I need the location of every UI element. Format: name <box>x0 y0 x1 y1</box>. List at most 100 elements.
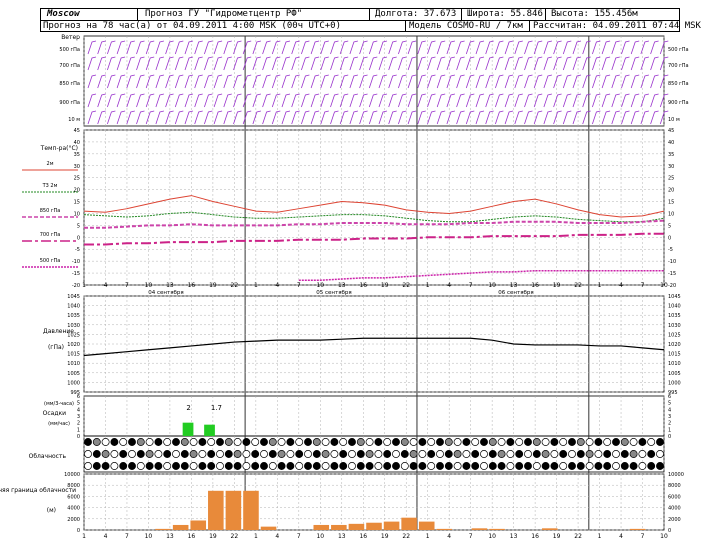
wind-barb <box>320 110 329 125</box>
wind-barb <box>301 74 310 89</box>
cloud-symbol <box>304 450 312 458</box>
wind-barb <box>504 74 514 89</box>
wind-barb <box>388 40 397 55</box>
precip-bar <box>204 424 215 436</box>
wind-barb <box>126 93 135 108</box>
time-tick-label: 16 <box>531 282 539 289</box>
pressure-tick-label-right: 1025 <box>668 332 681 338</box>
wind-barb <box>621 40 630 55</box>
cloud-symbol <box>427 438 436 446</box>
wind-barb <box>456 40 465 55</box>
wind-barb <box>456 56 465 71</box>
cloud-symbol <box>216 450 224 458</box>
cloudbase-bar <box>418 521 435 530</box>
wind-barb <box>465 56 475 71</box>
cloud-symbol <box>559 450 568 458</box>
wind-barb <box>320 40 329 55</box>
panel-frame <box>83 395 665 437</box>
cloud-symbol <box>119 438 128 446</box>
pressure-tick-label-right: 1030 <box>668 323 681 329</box>
wind-barb <box>107 110 116 125</box>
wind-barb <box>194 93 203 108</box>
wind-barb <box>640 40 649 55</box>
wind-barb <box>572 40 582 55</box>
wind-barb <box>107 56 116 71</box>
wind-barb <box>223 93 232 108</box>
wind-barb <box>136 110 145 125</box>
day-label: 04 сентября <box>148 290 183 296</box>
cloudbase-tick-label: 0 <box>77 528 80 534</box>
temp-tick-label-right: 5 <box>668 223 671 229</box>
wind-barb <box>495 74 504 89</box>
cloud-symbol <box>656 438 664 446</box>
wind-barb <box>184 74 194 89</box>
cloud-symbol <box>145 462 154 470</box>
wind-barb <box>504 56 514 71</box>
wind-barb <box>349 74 358 89</box>
temp-tick-label: -10 <box>72 259 80 265</box>
wind-barb <box>233 56 242 71</box>
cloud-symbol <box>532 462 541 470</box>
wind-barb <box>543 74 552 89</box>
time-tick-label: 19 <box>553 282 561 289</box>
wind-barb <box>339 110 349 125</box>
wind-barb <box>145 56 155 71</box>
wind-barb <box>582 40 591 55</box>
wind-barb <box>378 93 388 108</box>
wind-barb <box>339 56 349 71</box>
wind-barb <box>330 110 339 125</box>
cloud-symbol <box>180 450 189 458</box>
cloud-symbol <box>453 450 462 458</box>
wind-barb <box>388 74 397 89</box>
cloud-symbol <box>524 438 532 446</box>
wind-barb <box>572 56 582 71</box>
wind-barb <box>582 110 591 125</box>
cloud-symbol <box>444 438 453 446</box>
wind-barb <box>562 110 572 125</box>
wind-barb <box>417 74 426 89</box>
precip-unit-2: (мм/час) <box>48 421 70 427</box>
bottom-time-tick-label: 10 <box>488 533 496 540</box>
cloud-symbol <box>92 438 101 446</box>
bottom-time-tick-label: 10 <box>316 533 324 540</box>
cloud-symbol <box>436 462 444 470</box>
wind-barb <box>223 110 232 125</box>
cloudbase-tick-label: 6000 <box>67 494 80 500</box>
cloud-symbol <box>224 462 233 470</box>
cloud-symbol <box>101 450 110 458</box>
wind-barb <box>271 93 281 108</box>
cloud-symbol <box>172 450 180 458</box>
precip-tick-label-right: 2 <box>668 421 671 427</box>
cloudbase-bar <box>401 517 417 530</box>
cloud-symbol <box>84 438 92 446</box>
cloud-symbol <box>585 462 594 470</box>
wind-barb <box>349 56 358 71</box>
wind-barb <box>165 74 174 89</box>
precip-title: Осадки <box>43 410 66 417</box>
temp-legend-label: 500 гПа <box>40 258 61 264</box>
cloud-symbol <box>471 462 480 470</box>
pressure-tick-label: 1045 <box>67 294 80 300</box>
wind-barb <box>650 93 659 108</box>
wind-barb <box>184 110 194 125</box>
cloud-symbol <box>145 450 154 458</box>
wind-barb <box>640 56 649 71</box>
wind-barb <box>572 93 582 108</box>
wind-barb <box>398 56 407 71</box>
cloudbase-title: Нижняя граница облачности <box>0 487 76 494</box>
cloud-symbol <box>453 462 462 470</box>
wind-barb <box>165 93 174 108</box>
cloud-symbol <box>620 450 629 458</box>
wind-barb <box>495 56 504 71</box>
temp-tick-label: 25 <box>74 176 80 182</box>
wind-barb <box>650 74 659 89</box>
precip-tick-label: 1 <box>77 427 80 433</box>
cloudbase-bar <box>313 524 330 530</box>
wind-barb <box>281 40 291 55</box>
wind-barb <box>262 110 271 125</box>
cloud-symbol <box>207 450 216 458</box>
cloud-symbol <box>506 438 515 446</box>
wind-barb <box>495 93 504 108</box>
wind-barb <box>630 110 640 125</box>
wind-barb <box>368 93 378 108</box>
